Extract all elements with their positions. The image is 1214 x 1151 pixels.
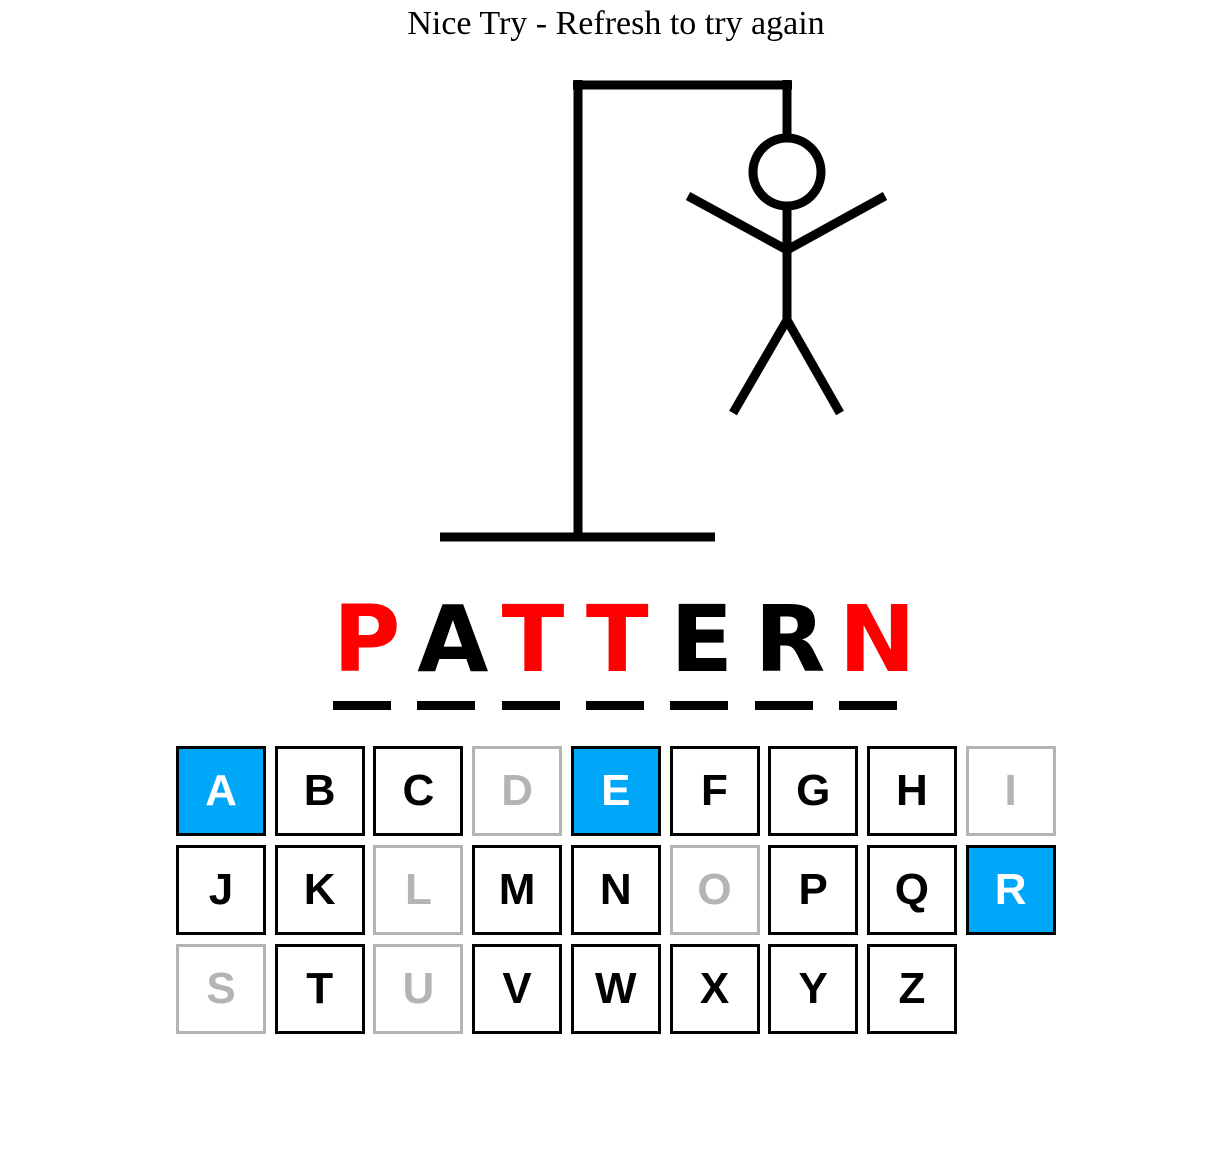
key-r[interactable]: R	[965, 845, 1056, 935]
key-i[interactable]: I	[965, 746, 1056, 836]
key-c[interactable]: C	[373, 746, 464, 836]
key-p[interactable]: P	[768, 845, 859, 935]
key-f[interactable]: F	[669, 746, 760, 836]
key-t[interactable]: T	[274, 944, 365, 1034]
key-v[interactable]: V	[472, 944, 563, 1034]
letter-underline	[838, 701, 897, 710]
word-letter: R	[754, 586, 826, 693]
letter-underline	[501, 701, 560, 710]
key-j[interactable]: J	[176, 845, 266, 935]
word-letter-slot: T	[501, 586, 565, 710]
key-e[interactable]: E	[570, 746, 661, 836]
key-o[interactable]: O	[669, 845, 760, 935]
key-y[interactable]: Y	[768, 944, 859, 1034]
hangman-left-leg	[729, 317, 791, 416]
key-u[interactable]: U	[373, 944, 464, 1034]
letter-underline	[333, 701, 391, 710]
hangman-drawing	[440, 80, 888, 542]
key-m[interactable]: M	[472, 845, 563, 935]
word-letter: P	[333, 586, 401, 693]
key-l[interactable]: L	[373, 845, 464, 935]
word-letter: E	[670, 586, 734, 693]
key-x[interactable]: X	[669, 944, 760, 1034]
word-letter: T	[585, 586, 649, 693]
word-letter-slot: P	[333, 586, 401, 710]
word-letter: A	[417, 586, 489, 693]
word-letter-slot: E	[670, 586, 734, 710]
key-d[interactable]: D	[472, 746, 563, 836]
key-k[interactable]: K	[274, 845, 365, 935]
letter-underline	[754, 701, 813, 710]
word-letter-slot: T	[585, 586, 649, 710]
word-letter: N	[838, 586, 916, 693]
word-letter: T	[501, 586, 565, 693]
letter-underline	[585, 701, 644, 710]
key-z[interactable]: Z	[866, 944, 957, 1034]
key-n[interactable]: N	[570, 845, 661, 935]
key-b[interactable]: B	[274, 746, 365, 836]
letter-underline	[670, 701, 729, 710]
word-display: PATTERN	[333, 586, 916, 720]
letter-keyboard: ABCDEFGHI JKLMNOPQR STUVWXYZ	[176, 746, 1076, 1046]
key-s[interactable]: S	[176, 944, 266, 1034]
word-letter-slot: N	[838, 586, 916, 710]
key-h[interactable]: H	[866, 746, 957, 836]
word-letter-slot: A	[417, 586, 489, 710]
key-w[interactable]: W	[570, 944, 661, 1034]
key-a[interactable]: A	[176, 746, 266, 836]
hangman-head	[748, 133, 826, 211]
letter-underline	[417, 701, 476, 710]
key-g[interactable]: G	[768, 746, 859, 836]
word-letter-slot: R	[754, 586, 826, 710]
key-q[interactable]: Q	[866, 845, 957, 935]
hangman-right-leg	[783, 317, 844, 416]
